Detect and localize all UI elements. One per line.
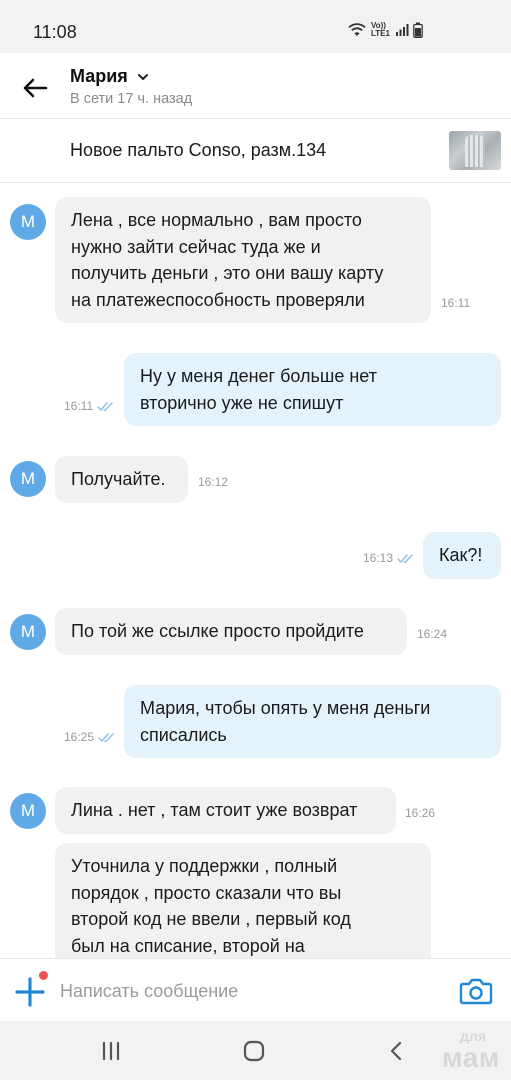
- message-line: вторично уже не спишут: [140, 392, 344, 413]
- message-line: Лина . нет , там стоит уже возврат: [71, 800, 358, 820]
- message-bubble-incoming[interactable]: Уточнила у поддержки , полный порядок , …: [55, 843, 431, 958]
- message-time: 16:11: [64, 399, 115, 413]
- avatar-letter: M: [20, 469, 36, 488]
- message-bubble-outgoing[interactable]: Как?!: [423, 532, 501, 579]
- home-icon[interactable]: [242, 1039, 266, 1063]
- lte-label: Vo)) LTE1: [371, 21, 390, 38]
- contact-status: В сети 17 ч. назад: [70, 91, 193, 107]
- message-bubble-incoming[interactable]: Лина . нет , там стоит уже возврат: [55, 787, 396, 834]
- message-line: порядок , просто сказали что вы: [71, 882, 342, 903]
- message-line: получить деньги , это они вашу карту: [71, 263, 384, 283]
- avatar-letter: M: [20, 801, 36, 820]
- chevron-down-icon[interactable]: [136, 70, 150, 84]
- contact-name[interactable]: Мария: [70, 66, 128, 87]
- message-line: Получайте.: [71, 469, 166, 489]
- wifi-icon: [348, 23, 366, 36]
- avatar[interactable]: M: [10, 204, 46, 240]
- signal-icon: [396, 24, 409, 36]
- message-bubble-incoming[interactable]: Получайте.: [55, 456, 188, 503]
- message-bubble-incoming[interactable]: Лена , все нормально , вам просто нужно …: [55, 197, 431, 323]
- status-icons: Vo)) LTE1: [347, 22, 423, 38]
- message-bubble-outgoing[interactable]: Ну у меня денег больше нет вторично уже …: [124, 353, 501, 426]
- status-bar: 11:08 Vo)) LTE1: [0, 0, 511, 53]
- camera-icon[interactable]: [459, 975, 493, 1007]
- message-line: Уточнила у поддержки , полный: [71, 856, 338, 876]
- message-line: По той же ссылке просто пройдите: [71, 621, 364, 641]
- product-title[interactable]: Новое пальто Conso, разм.134: [70, 140, 326, 161]
- double-check-icon: [397, 553, 413, 563]
- message-composer: [0, 958, 511, 1021]
- recent-apps-icon[interactable]: [99, 1039, 123, 1063]
- message-bubble-incoming[interactable]: По той же ссылке просто пройдите: [55, 608, 407, 655]
- message-line: Мария, чтобы опять у меня деньги: [140, 698, 431, 718]
- battery-icon: [413, 22, 423, 38]
- system-nav-bar: для мам: [0, 1021, 511, 1080]
- watermark-logo: для мам: [441, 1028, 500, 1073]
- message-time: 16:11: [441, 296, 471, 310]
- chat-messages[interactable]: M Лена , все нормально , вам просто нужн…: [0, 183, 511, 958]
- message-line: был на списание, второй на: [71, 935, 305, 956]
- message-time: 16:13: [363, 551, 415, 565]
- product-bar[interactable]: Новое пальто Conso, разм.134: [0, 119, 511, 182]
- message-line: Как?!: [439, 545, 483, 565]
- message-input[interactable]: [60, 975, 440, 1007]
- message-line: нужно зайти сейчас туда же и: [71, 236, 321, 257]
- double-check-icon: [98, 732, 114, 742]
- message-time: 16:12: [198, 475, 229, 489]
- back-arrow-icon[interactable]: [20, 73, 50, 103]
- avatar-letter: M: [20, 212, 36, 231]
- double-check-icon: [97, 401, 113, 411]
- avatar[interactable]: M: [10, 793, 46, 829]
- message-line: Ну у меня денег больше нет: [140, 366, 377, 386]
- message-line: на платежеспособность проверяли: [71, 289, 365, 310]
- message-time: 16:26: [405, 806, 436, 820]
- message-line: списались: [140, 724, 227, 745]
- avatar-letter: M: [20, 622, 36, 641]
- chat-header: Мария В сети 17 ч. назад: [0, 53, 511, 118]
- status-time: 11:08: [33, 22, 77, 42]
- message-line: Лена , все нормально , вам просто: [71, 210, 362, 230]
- back-nav-icon[interactable]: [385, 1039, 409, 1063]
- message-line: второй код не ввели , первый код: [71, 909, 351, 929]
- notification-dot: [39, 971, 48, 980]
- avatar[interactable]: M: [10, 461, 46, 497]
- message-time: 16:25: [64, 730, 116, 744]
- message-bubble-outgoing[interactable]: Мария, чтобы опять у меня деньги списали…: [124, 685, 501, 758]
- plus-icon[interactable]: [14, 976, 46, 1008]
- message-time: 16:24: [417, 627, 448, 641]
- product-thumbnail[interactable]: [449, 131, 501, 170]
- avatar[interactable]: M: [10, 614, 46, 650]
